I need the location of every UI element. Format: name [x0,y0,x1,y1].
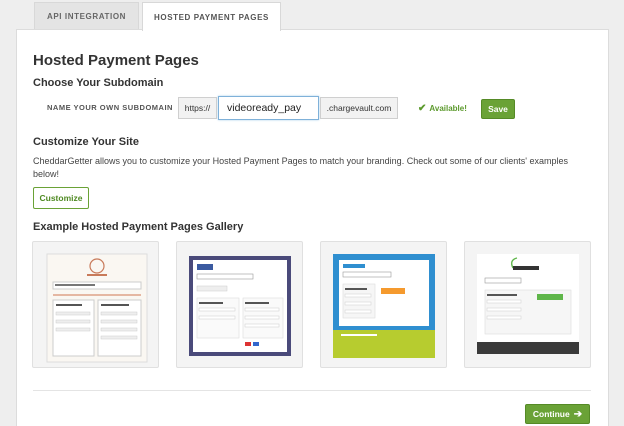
tab-bar: API INTEGRATION HOSTED PAYMENT PAGES [0,0,624,31]
gallery-thumbnail-2-preview [189,256,291,356]
customize-description: CheddarGetter allows you to customize yo… [33,156,568,179]
customize-button[interactable]: Customize [33,187,89,209]
customize-heading: Customize Your Site [33,136,139,148]
gallery-thumbnail-4[interactable] [464,241,591,368]
page-title: Hosted Payment Pages [33,52,199,69]
arrow-right-icon: ➔ [573,408,583,420]
gallery-thumbnail-1-preview [46,253,148,363]
gallery-thumbnail-2[interactable] [176,241,303,368]
gallery-thumbnail-4-preview [477,254,579,354]
save-button[interactable]: Save [481,99,515,119]
tab-api-integration[interactable]: API INTEGRATION [34,2,139,30]
availability-status: ✔ Available! [418,103,467,114]
continue-label: Continue [532,409,570,419]
gallery-heading: Example Hosted Payment Pages Gallery [33,221,244,233]
subdomain-label: NAME YOUR OWN SUBDOMAIN [47,103,173,112]
availability-text: Available! [429,104,467,113]
footer-divider [33,390,591,391]
tab-hosted-payment-pages[interactable]: HOSTED PAYMENT PAGES [142,2,281,31]
gallery-thumbnail-3[interactable] [320,241,447,368]
checkmark-icon: ✔ [418,103,427,114]
subdomain-prefix: https:// [178,97,217,119]
subdomain-heading: Choose Your Subdomain [33,77,164,89]
subdomain-suffix: .chargevault.com [320,97,398,119]
subdomain-input[interactable] [218,96,319,120]
gallery-thumbnail-3-preview [333,254,435,358]
gallery-thumbnail-1[interactable] [32,241,159,368]
continue-button[interactable]: Continue ➔ [525,404,590,424]
